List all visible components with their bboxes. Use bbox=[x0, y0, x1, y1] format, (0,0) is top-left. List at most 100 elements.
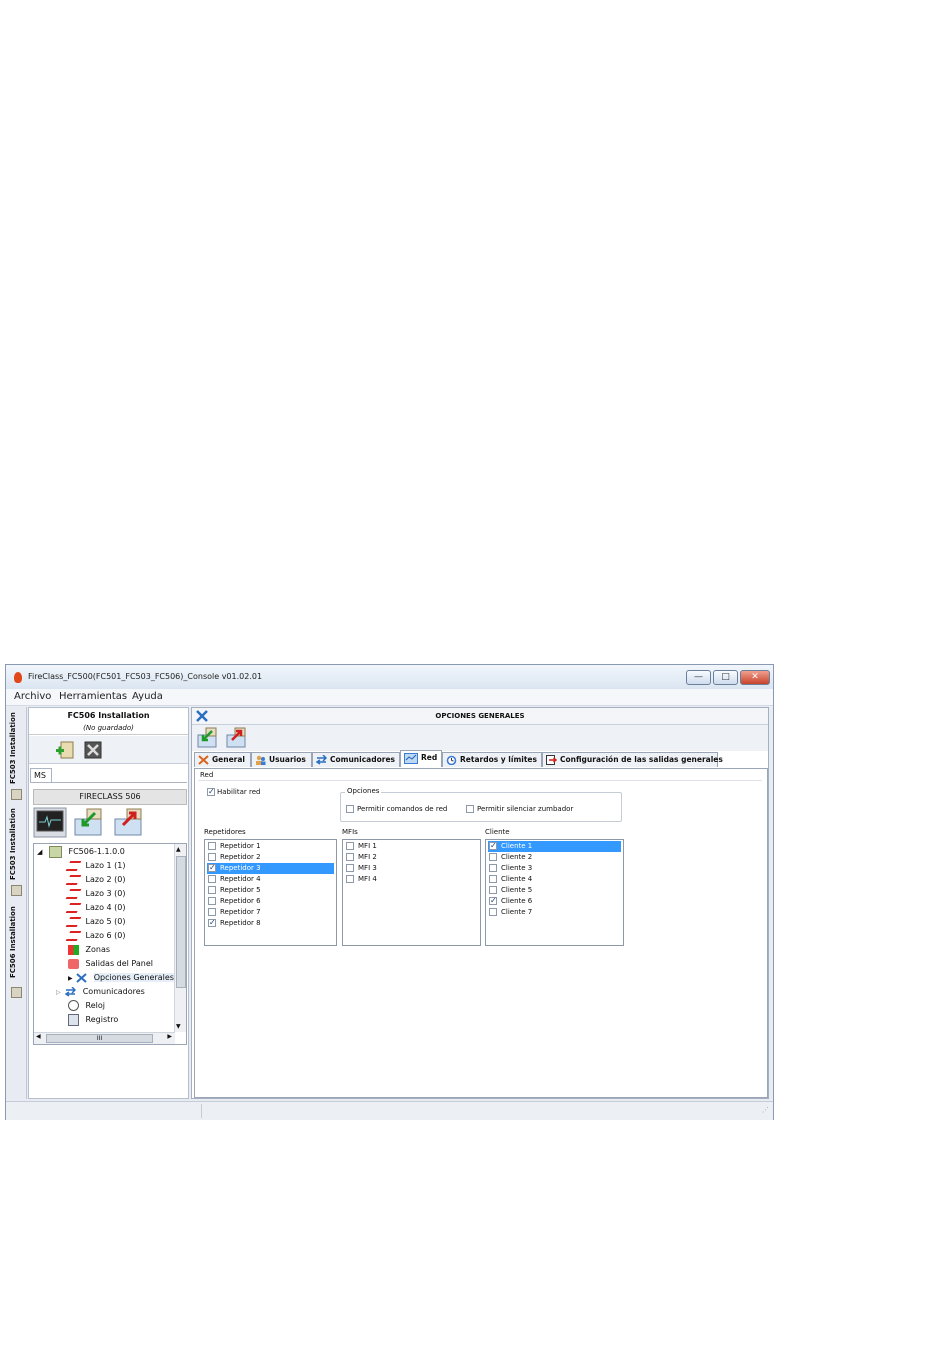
maximize-button[interactable]: □ bbox=[713, 670, 738, 685]
list-item[interactable]: ✓ Repetidor 8 bbox=[207, 918, 334, 929]
tree-scroll-thumb[interactable] bbox=[176, 856, 186, 988]
tree-item-salidas[interactable]: Salidas del Panel bbox=[68, 957, 153, 970]
scroll-up-icon[interactable]: ▲ bbox=[176, 846, 181, 853]
tree-item-lazo-2[interactable]: Lazo 2 (0) bbox=[65, 873, 126, 886]
list-item[interactable]: ✓ Cliente 6 bbox=[488, 896, 621, 907]
item-checkbox[interactable] bbox=[208, 908, 216, 916]
tab-ms[interactable]: MS bbox=[30, 768, 52, 783]
repeaters-list[interactable]: Repetidor 1 Repetidor 2 ✓ Repetidor 3 Rep… bbox=[204, 839, 337, 946]
item-checkbox[interactable]: ✓ bbox=[208, 864, 216, 872]
scroll-left-icon[interactable]: ◀ bbox=[36, 1033, 41, 1040]
list-item[interactable]: Repetidor 4 bbox=[207, 874, 334, 885]
upload-icon[interactable] bbox=[111, 807, 145, 838]
installation-tree[interactable]: ◢ FC506-1.1.0.0 Lazo 1 (1) Lazo 2 (0) La… bbox=[33, 843, 187, 1045]
item-checkbox[interactable]: ✓ bbox=[208, 919, 216, 927]
expand-arrow-icon[interactable]: ◢ bbox=[37, 848, 42, 856]
tree-item-label: Lazo 4 (0) bbox=[85, 903, 126, 912]
tab-red[interactable]: Red bbox=[400, 750, 442, 767]
expand-arrow-icon[interactable]: ▶ bbox=[68, 975, 73, 982]
list-item[interactable]: Repetidor 5 bbox=[207, 885, 334, 896]
tree-item-lazo-6[interactable]: Lazo 6 (0) bbox=[65, 929, 126, 942]
tab-retardos-limites[interactable]: Retardos y límites bbox=[442, 752, 542, 767]
installation-panel: FC506 Installation (No guardado) MS FIRE… bbox=[28, 707, 189, 1099]
list-item-selected[interactable]: ✓ Cliente 1 bbox=[488, 841, 621, 852]
list-item[interactable]: Repetidor 6 bbox=[207, 896, 334, 907]
item-checkbox[interactable] bbox=[346, 864, 354, 872]
title-bar[interactable]: FireClass_FC500(FC501_FC503_FC506)_Conso… bbox=[6, 665, 773, 689]
item-checkbox[interactable] bbox=[346, 842, 354, 850]
menu-archivo[interactable]: Archivo bbox=[14, 691, 51, 702]
add-panel-icon[interactable] bbox=[55, 740, 75, 760]
tree-vertical-scrollbar[interactable]: ▲ ▼ bbox=[174, 844, 186, 1032]
item-checkbox[interactable] bbox=[489, 886, 497, 894]
tools-icon bbox=[76, 972, 87, 983]
tab-comunicadores[interactable]: Comunicadores bbox=[312, 752, 400, 767]
list-item[interactable]: Repetidor 7 bbox=[207, 907, 334, 918]
item-checkbox[interactable] bbox=[208, 875, 216, 883]
download-config-icon[interactable] bbox=[196, 727, 218, 749]
item-checkbox[interactable]: ✓ bbox=[489, 897, 497, 905]
tree-item-opciones-generales[interactable]: ▶ Opciones Generales bbox=[68, 971, 174, 984]
tree-item-lazo-5[interactable]: Lazo 5 (0) bbox=[65, 915, 126, 928]
item-checkbox[interactable] bbox=[208, 853, 216, 861]
tree-item-lazo-4[interactable]: Lazo 4 (0) bbox=[65, 901, 126, 914]
tree-item-label: Lazo 2 (0) bbox=[85, 875, 126, 884]
item-checkbox[interactable]: ✓ bbox=[489, 842, 497, 850]
item-checkbox[interactable] bbox=[489, 875, 497, 883]
item-checkbox[interactable] bbox=[346, 853, 354, 861]
item-checkbox[interactable] bbox=[208, 842, 216, 850]
item-checkbox[interactable] bbox=[208, 897, 216, 905]
tree-item-panel[interactable]: ◢ FC506-1.1.0.0 bbox=[37, 845, 125, 858]
vtab-installation-1[interactable]: FC503 Installation bbox=[9, 711, 23, 801]
flame-icon bbox=[14, 672, 22, 683]
scroll-down-icon[interactable]: ▼ bbox=[176, 1023, 181, 1030]
vtab-installation-2[interactable]: FC503 Installation bbox=[9, 807, 23, 897]
tree-item-registro[interactable]: Registro bbox=[68, 1013, 118, 1026]
item-checkbox[interactable] bbox=[489, 853, 497, 861]
vtab-installation-3[interactable]: FC506 Installation bbox=[9, 903, 23, 1003]
list-item[interactable]: MFI 1 bbox=[345, 841, 478, 852]
monitor-icon[interactable] bbox=[33, 807, 67, 838]
tree-item-lazo-3[interactable]: Lazo 3 (0) bbox=[65, 887, 126, 900]
tree-hscroll-thumb[interactable]: III bbox=[46, 1034, 153, 1043]
item-checkbox[interactable] bbox=[208, 886, 216, 894]
list-item[interactable]: MFI 3 bbox=[345, 863, 478, 874]
download-icon[interactable] bbox=[71, 807, 105, 838]
list-item[interactable]: Cliente 4 bbox=[488, 874, 621, 885]
tree-item-zonas[interactable]: Zonas bbox=[68, 943, 110, 956]
item-checkbox[interactable] bbox=[346, 875, 354, 883]
clients-list[interactable]: ✓ Cliente 1 Cliente 2 Cliente 3 Cliente 4… bbox=[485, 839, 624, 946]
list-item-selected[interactable]: ✓ Repetidor 3 bbox=[207, 863, 334, 874]
upload-config-icon[interactable] bbox=[225, 727, 247, 749]
delete-panel-icon[interactable] bbox=[83, 740, 103, 760]
enable-network-checkbox[interactable]: ✓ bbox=[207, 788, 215, 796]
resize-grip-icon[interactable]: ⋰ bbox=[762, 1106, 769, 1114]
list-item[interactable]: Cliente 3 bbox=[488, 863, 621, 874]
tree-item-lazo-1[interactable]: Lazo 1 (1) bbox=[65, 859, 126, 872]
scroll-right-icon[interactable]: ▶ bbox=[167, 1033, 172, 1040]
tree-item-reloj[interactable]: Reloj bbox=[68, 999, 105, 1012]
list-item[interactable]: MFI 4 bbox=[345, 874, 478, 885]
allow-silence-buzzer-checkbox[interactable] bbox=[466, 805, 474, 813]
menu-ayuda[interactable]: Ayuda bbox=[132, 691, 163, 702]
tree-horizontal-scrollbar[interactable]: ◀ III ▶ bbox=[34, 1032, 175, 1044]
tab-configuracion-salidas[interactable]: Configuración de las salidas generales bbox=[542, 752, 723, 767]
list-item[interactable]: Repetidor 2 bbox=[207, 852, 334, 863]
tab-general[interactable]: General bbox=[194, 752, 251, 767]
list-item[interactable]: MFI 2 bbox=[345, 852, 478, 863]
expand-arrow-icon[interactable]: ▷ bbox=[56, 989, 61, 996]
installation-tab-strip: FC503 Installation FC503 Installation FC… bbox=[6, 707, 27, 1099]
tab-usuarios[interactable]: Usuarios bbox=[251, 752, 312, 767]
tree-item-comunicadores[interactable]: ▷ Comunicadores bbox=[56, 985, 145, 998]
close-button[interactable]: ✕ bbox=[740, 670, 770, 685]
list-item[interactable]: Cliente 2 bbox=[488, 852, 621, 863]
item-checkbox[interactable] bbox=[489, 864, 497, 872]
minimize-button[interactable]: — bbox=[686, 670, 711, 685]
list-item[interactable]: Cliente 5 bbox=[488, 885, 621, 896]
menu-herramientas[interactable]: Herramientas bbox=[59, 691, 127, 702]
list-item[interactable]: Repetidor 1 bbox=[207, 841, 334, 852]
mfis-list[interactable]: MFI 1 MFI 2 MFI 3 MFI 4 bbox=[342, 839, 481, 946]
list-item[interactable]: Cliente 7 bbox=[488, 907, 621, 918]
item-checkbox[interactable] bbox=[489, 908, 497, 916]
allow-network-commands-checkbox[interactable] bbox=[346, 805, 354, 813]
